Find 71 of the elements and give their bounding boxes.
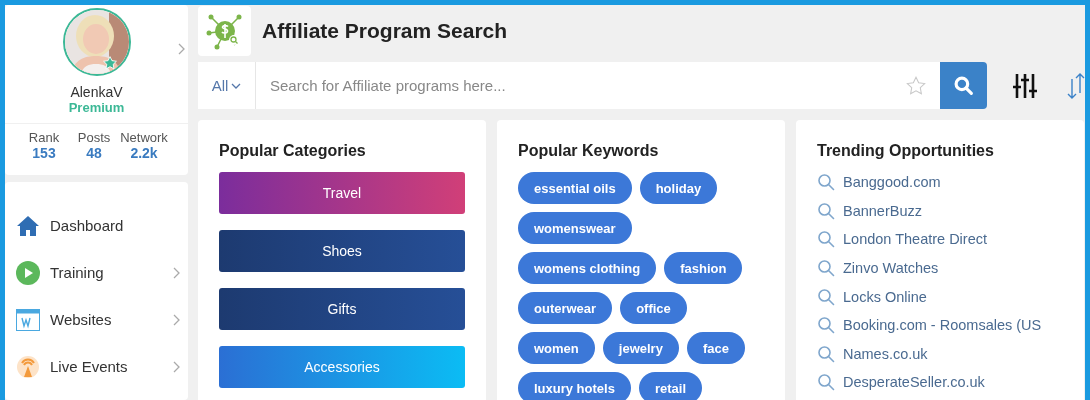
stat-value: 48: [86, 145, 102, 161]
stat-value: 2.2k: [130, 145, 158, 161]
search-icon: [817, 201, 835, 220]
keyword-tag[interactable]: essential oils: [518, 172, 632, 204]
keyword-tag[interactable]: womenswear: [518, 212, 632, 244]
search-button[interactable]: [940, 62, 987, 109]
chevron-right-icon: [173, 360, 180, 373]
chevron-down-icon: [231, 82, 242, 89]
trending-link[interactable]: London Theatre Direct: [843, 231, 988, 248]
star-badge-icon: [103, 56, 117, 70]
category-button[interactable]: Gifts: [219, 288, 465, 330]
keyword-tag[interactable]: luxury hotels: [518, 372, 631, 400]
search-icon: [817, 373, 835, 392]
trending-link[interactable]: Names.co.uk: [843, 345, 928, 362]
play-icon: [16, 260, 40, 285]
search-icon: [817, 173, 835, 192]
keyword-tag[interactable]: outerwear: [518, 292, 613, 324]
search-icon: [817, 230, 835, 249]
search-icon: [817, 287, 835, 306]
category-button[interactable]: Travel: [219, 172, 465, 214]
category-button[interactable]: Accessories: [219, 346, 465, 388]
sidebar-item-label: Training: [50, 264, 105, 281]
keyword-tag[interactable]: fashion: [664, 252, 743, 284]
card-title: Trending Opportunities: [817, 142, 995, 160]
stat-label: Rank: [28, 130, 60, 145]
card-title: Popular Categories: [219, 142, 367, 160]
broadcast-icon: [16, 354, 40, 379]
trending-link[interactable]: Booking.com - Roomsales (US: [843, 317, 1042, 334]
search-icon: [953, 75, 974, 96]
browser-window-icon: [16, 308, 40, 331]
membership-label: Premium: [68, 100, 125, 115]
sidebar-item-label: Live Events: [50, 358, 129, 375]
sidebar-item-label: Websites: [50, 311, 113, 328]
scope-dropdown[interactable]: All: [198, 62, 256, 109]
keyword-tag[interactable]: office: [620, 292, 687, 324]
trending-link[interactable]: DesperateSeller.co.uk: [843, 374, 985, 391]
trending-link[interactable]: Zinvo Watches: [843, 260, 939, 277]
trending-link[interactable]: Locks Online: [843, 288, 927, 305]
star-icon: [906, 76, 926, 95]
home-icon: [16, 213, 40, 238]
stat-value: 153: [32, 145, 56, 161]
keyword-tag[interactable]: holiday: [639, 172, 718, 204]
filter-button[interactable]: [1013, 72, 1037, 99]
sort-button[interactable]: [1067, 72, 1085, 99]
chevron-right-icon: [178, 43, 185, 55]
chevron-right-icon: [173, 313, 180, 326]
trending-link[interactable]: Banggood.com: [843, 174, 941, 191]
sidebar-item[interactable]: Dashboard: [5, 202, 188, 249]
search-icon: [817, 316, 835, 335]
stat-label: Posts: [77, 130, 111, 145]
search-field[interactable]: Search for Affiliate programs here...: [256, 62, 900, 109]
trending-link[interactable]: BannerBuzz: [843, 202, 922, 219]
category-button[interactable]: Shoes: [219, 230, 465, 272]
keyword-tag[interactable]: women: [518, 332, 595, 364]
keyword-tag[interactable]: jewelry: [602, 332, 679, 364]
sidebar-item[interactable]: Websites: [5, 296, 188, 343]
sliders-icon: [1013, 72, 1037, 99]
keyword-tag[interactable]: retail: [638, 372, 702, 400]
sort-arrows-icon: [1067, 72, 1085, 99]
keyword-tag[interactable]: face: [686, 332, 745, 364]
sidebar-item[interactable]: Live Events: [5, 343, 188, 390]
search-icon: [817, 259, 835, 278]
stat-label: Network: [120, 130, 168, 145]
card-title: Popular Keywords: [518, 142, 660, 160]
keyword-tag[interactable]: womens clothing: [518, 252, 657, 284]
chevron-right-icon: [173, 266, 180, 279]
user-name: AlenkaV: [70, 84, 123, 100]
search-icon: [817, 344, 835, 363]
page-title: Affiliate Program Search: [262, 19, 508, 43]
sidebar-item[interactable]: Training: [5, 249, 188, 296]
sidebar-item-label: Dashboard: [50, 217, 125, 234]
